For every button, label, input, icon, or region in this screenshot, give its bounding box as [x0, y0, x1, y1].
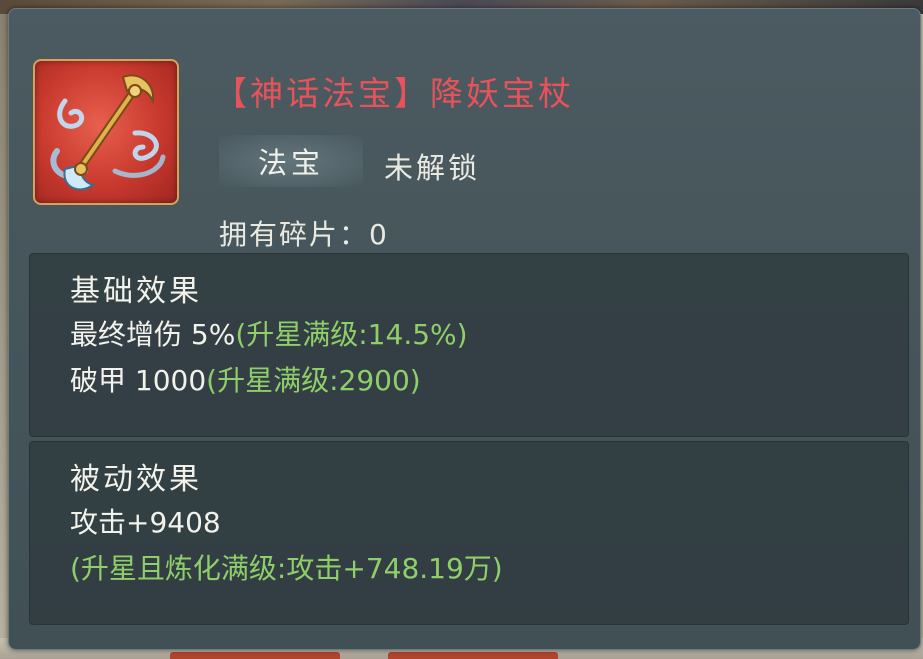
basic-effect-value: 破甲 1000 [70, 364, 207, 397]
passive-effect-value: 攻击+9408 [70, 506, 221, 539]
basic-effect-row: 破甲 1000(升星满级:2900) [70, 358, 868, 404]
passive-effects-heading: 被动效果 [70, 462, 202, 497]
basic-effects-heading: 基础效果 [70, 274, 202, 309]
item-icon-frame [33, 59, 179, 205]
item-tooltip-panel: 【神话法宝】降妖宝杖 法宝 未解锁 拥有碎片：0 基础效果 最终增伤 5%(升星… [8, 8, 921, 650]
background-tab-button [170, 652, 340, 659]
staff-icon [50, 74, 166, 191]
basic-effect-max: (升星满级:2900) [206, 364, 421, 397]
basic-effect-max: (升星满级:14.5%) [235, 318, 468, 351]
item-name: 降妖宝杖 [430, 74, 574, 113]
basic-effect-row: 最终增伤 5%(升星满级:14.5%) [70, 312, 868, 358]
passive-effect-max: (升星且炼化满级:攻击+748.19万) [70, 552, 503, 585]
fragments-label: 拥有碎片： [219, 218, 370, 251]
item-title: 【神话法宝】降妖宝杖 [214, 67, 574, 117]
fragments-value: 0 [369, 218, 389, 251]
item-category: 神话法宝 [250, 74, 394, 113]
fragments-count: 拥有碎片：0 [219, 213, 389, 253]
background-tab-button [388, 652, 558, 659]
passive-effects-section: 被动效果 攻击+9408 (升星且炼化满级:攻击+748.19万) [29, 441, 909, 625]
item-type-tag: 法宝 [219, 135, 363, 187]
basic-effects-section: 基础效果 最终增伤 5%(升星满级:14.5%) 破甲 1000(升星满级:29… [29, 253, 909, 437]
title-bracket-open: 【 [214, 74, 250, 113]
lock-status: 未解锁 [384, 151, 481, 185]
title-bracket-close: 】 [394, 74, 430, 113]
basic-effect-value: 最终增伤 5% [70, 318, 236, 351]
